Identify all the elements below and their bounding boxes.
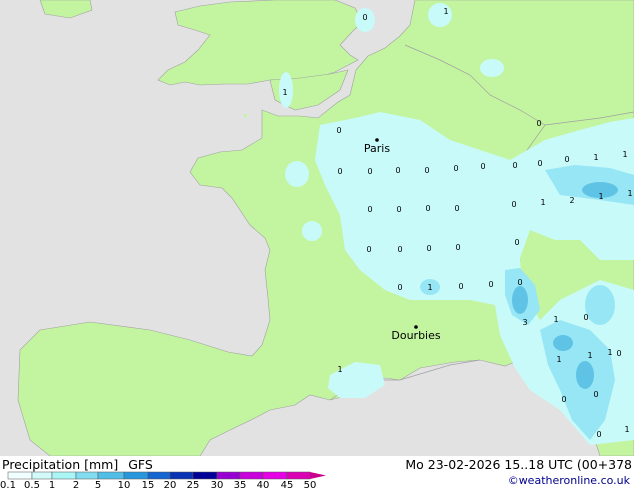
forecast-datetime: Mo 23-02-2026 15..18 UTC (00+378 <box>405 457 632 472</box>
precip-value-3: 0 <box>395 166 400 175</box>
legend-tick-11: 40 <box>256 480 270 491</box>
legend-swatch-3 <box>75 471 99 480</box>
precip-value-19: 0 <box>536 119 541 128</box>
legend-arrow <box>310 472 326 479</box>
legend-tick-13: 50 <box>303 480 317 491</box>
legend-tick-12: 45 <box>280 480 294 491</box>
precip-value-0: 0 <box>336 126 341 135</box>
precip-value-43: 0 <box>593 390 598 399</box>
legend-tick-1: 0.5 <box>24 480 40 491</box>
precip-value-44: 0 <box>596 430 601 439</box>
precip-value-13: 0 <box>426 244 431 253</box>
precip-value-21: 1 <box>427 283 432 292</box>
precip-value-11: 0 <box>366 245 371 254</box>
precip-value-38: 0 <box>362 13 367 22</box>
legend-tick-10: 35 <box>233 480 247 491</box>
precip-value-30: 1 <box>540 198 545 207</box>
precip-value-24: 3 <box>522 318 527 327</box>
precip-value-45: 1 <box>624 425 629 434</box>
precip-value-40: 1 <box>282 88 287 97</box>
precip-value-25: 1 <box>553 315 558 324</box>
legend-swatch-6 <box>147 471 171 480</box>
precip-value-27: 0 <box>564 155 569 164</box>
legend-tick-9: 30 <box>210 480 224 491</box>
city-label-paris: Paris <box>364 142 390 155</box>
precip-value-1: 0 <box>337 167 342 176</box>
legend-tick-7: 20 <box>163 480 177 491</box>
precip-value-17: 0 <box>458 282 463 291</box>
legend-tick-6: 15 <box>141 480 155 491</box>
precip-value-5: 0 <box>453 164 458 173</box>
precip-value-12: 0 <box>397 245 402 254</box>
precip-value-32: 1 <box>598 192 603 201</box>
precip-value-23: 0 <box>517 278 522 287</box>
legend-swatch-10 <box>239 471 264 480</box>
legend-swatch-5 <box>123 471 149 480</box>
precip-value-31: 2 <box>569 196 574 205</box>
precip-value-2: 0 <box>367 167 372 176</box>
legend-swatch-2 <box>51 471 77 480</box>
legend-swatch-1 <box>31 471 53 480</box>
precip-value-37: 0 <box>511 200 516 209</box>
legend-swatch-8 <box>192 471 218 480</box>
credit-link[interactable]: ©weatheronline.co.uk <box>508 474 630 487</box>
precip-value-14: 0 <box>455 243 460 252</box>
precip-value-41: 1 <box>607 348 612 357</box>
precip-value-9: 0 <box>425 204 430 213</box>
precip-value-16: 0 <box>397 283 402 292</box>
precip-value-4: 0 <box>424 166 429 175</box>
precip-value-22: 0 <box>537 159 542 168</box>
color-legend <box>7 471 326 480</box>
precip-value-10: 0 <box>454 204 459 213</box>
legend-tick-0: 0.1 <box>0 480 16 491</box>
precip-value-33: 1 <box>627 189 632 198</box>
precip-value-46: 1 <box>337 365 342 374</box>
precip-value-34: 1 <box>556 355 561 364</box>
island-small <box>244 114 247 117</box>
legend-swatch-9 <box>216 471 241 480</box>
precip-value-28: 1 <box>593 153 598 162</box>
precip-value-6: 0 <box>480 162 485 171</box>
precip-value-42: 0 <box>561 395 566 404</box>
legend-swatch-12 <box>286 471 311 480</box>
precip-value-35: 1 <box>587 351 592 360</box>
precip-value-29: 1 <box>622 150 627 159</box>
legend-swatch-0 <box>7 471 33 480</box>
precip-value-20: 0 <box>512 161 517 170</box>
legend-swatch-7 <box>169 471 194 480</box>
legend-tick-4: 5 <box>94 480 102 491</box>
precipitation-map: 0 0 0 0 0 0 0 0 0 0 0 0 0 0 0 0 0 0 0 0 0 1 0 0 3 1 0 0 1 1 1 2 1 1 1 1 0 0 0 1… <box>0 0 634 456</box>
legend-swatch-4 <box>97 471 125 480</box>
precip-value-8: 0 <box>396 205 401 214</box>
precip-value-39: 1 <box>443 7 448 16</box>
legend-tick-3: 2 <box>72 480 80 491</box>
city-label-dourbies: Dourbies <box>391 329 441 342</box>
weather-map-chart: 0000000000000000000001003100111211110001… <box>0 0 634 491</box>
precip-value-36: 0 <box>616 349 621 358</box>
legend-tick-5: 10 <box>117 480 131 491</box>
legend-tick-2: 1 <box>48 480 56 491</box>
legend-tick-8: 25 <box>186 480 200 491</box>
precip-value-15: 0 <box>514 238 519 247</box>
precip-value-18: 0 <box>488 280 493 289</box>
legend-swatch-11 <box>262 471 288 480</box>
precip-value-7: 0 <box>367 205 372 214</box>
precip-value-26: 0 <box>583 313 588 322</box>
